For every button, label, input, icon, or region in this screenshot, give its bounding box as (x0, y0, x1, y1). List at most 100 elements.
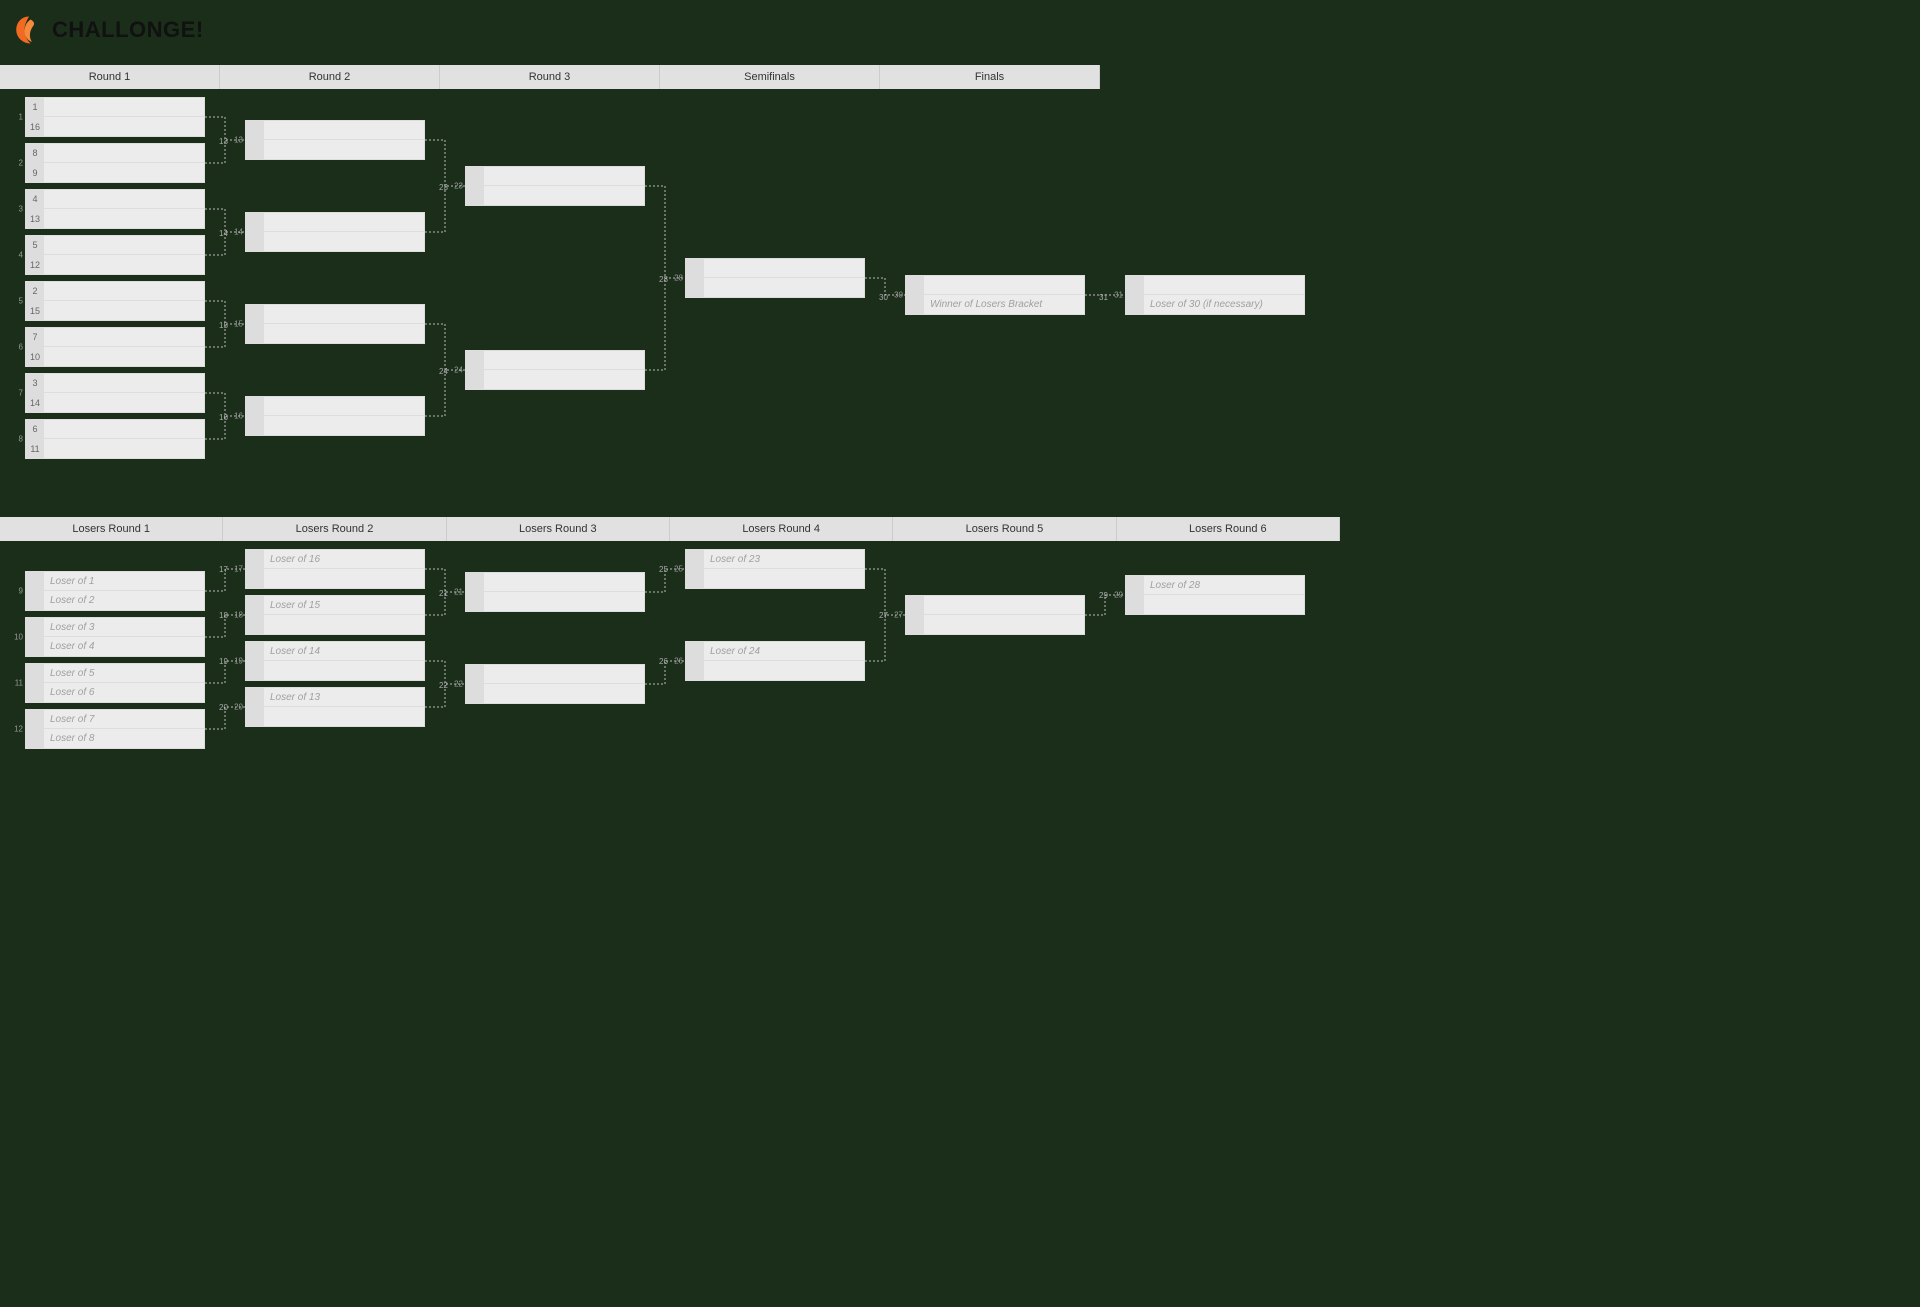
match-slot[interactable]: 8 (25, 143, 205, 163)
match[interactable]: 289 (25, 143, 205, 183)
match[interactable]: 3413 (25, 189, 205, 229)
match-slot[interactable] (465, 166, 645, 186)
match-slot[interactable]: 6 (25, 419, 205, 439)
match-slot[interactable]: Loser of 3 (25, 617, 205, 637)
match[interactable]: 31Loser of 30 (if necessary) (1125, 275, 1305, 315)
match-slot[interactable] (465, 186, 645, 206)
match-slot[interactable] (465, 592, 645, 612)
match-slot[interactable]: Loser of 14 (245, 641, 425, 661)
match-slot[interactable] (465, 684, 645, 704)
match-slot[interactable]: 11 (25, 439, 205, 459)
seed (1126, 576, 1144, 594)
match-slot[interactable] (685, 258, 865, 278)
match-slot[interactable]: Loser of 8 (25, 729, 205, 749)
match-slot[interactable]: Winner of Losers Bracket (905, 295, 1085, 315)
match-slot[interactable] (465, 350, 645, 370)
match-slot[interactable] (245, 707, 425, 727)
match[interactable]: 15 (245, 304, 425, 344)
match-slot[interactable]: 1 (25, 97, 205, 117)
round-header: Losers Round 3 (447, 517, 670, 541)
match-slot[interactable] (245, 120, 425, 140)
match[interactable]: 23 (465, 166, 645, 206)
match[interactable]: 28 (685, 258, 865, 298)
match-slot[interactable] (685, 661, 865, 681)
match-slot[interactable]: Loser of 7 (25, 709, 205, 729)
match[interactable]: 11Loser of 5Loser of 6 (25, 663, 205, 703)
match-slot[interactable]: Loser of 30 (if necessary) (1125, 295, 1305, 315)
match-slot[interactable]: 3 (25, 373, 205, 393)
match[interactable]: 17Loser of 16 (245, 549, 425, 589)
match[interactable]: 4512 (25, 235, 205, 275)
match[interactable]: 29Loser of 28 (1125, 575, 1305, 615)
match-slot[interactable]: 16 (25, 117, 205, 137)
match-slot[interactable]: Loser of 28 (1125, 575, 1305, 595)
match-slot[interactable] (245, 324, 425, 344)
match-slot[interactable]: 9 (25, 163, 205, 183)
match[interactable]: 18Loser of 15 (245, 595, 425, 635)
match[interactable]: 13 (245, 120, 425, 160)
match-slot[interactable] (245, 569, 425, 589)
match-slot[interactable]: 4 (25, 189, 205, 209)
match-slot[interactable]: 14 (25, 393, 205, 413)
match-slot[interactable]: Loser of 4 (25, 637, 205, 657)
match-slot[interactable]: Loser of 6 (25, 683, 205, 703)
match-slot[interactable]: 5 (25, 235, 205, 255)
match-slot[interactable] (245, 212, 425, 232)
match[interactable]: 26Loser of 24 (685, 641, 865, 681)
match-slot[interactable] (685, 569, 865, 589)
match-slot[interactable]: 15 (25, 301, 205, 321)
match-slot[interactable]: 7 (25, 327, 205, 347)
match[interactable]: 24 (465, 350, 645, 390)
match[interactable]: 25Loser of 23 (685, 549, 865, 589)
losers-bracket: Losers Round 1Losers Round 2Losers Round… (0, 517, 1450, 769)
match-slot[interactable] (245, 304, 425, 324)
match-id: 13 (231, 136, 243, 145)
match-slot[interactable] (245, 416, 425, 436)
seed: 1 (26, 98, 44, 116)
match-slot[interactable]: Loser of 16 (245, 549, 425, 569)
match-slot[interactable]: 12 (25, 255, 205, 275)
match-slot[interactable] (465, 370, 645, 390)
match[interactable]: 10Loser of 3Loser of 4 (25, 617, 205, 657)
match-slot[interactable] (465, 572, 645, 592)
match-slot[interactable] (245, 615, 425, 635)
match[interactable]: 19Loser of 14 (245, 641, 425, 681)
match[interactable]: 9Loser of 1Loser of 2 (25, 571, 205, 611)
match[interactable]: 20Loser of 13 (245, 687, 425, 727)
match-slot[interactable] (905, 275, 1085, 295)
match-slot[interactable]: Loser of 1 (25, 571, 205, 591)
match-slot[interactable] (245, 140, 425, 160)
match-slot[interactable] (1125, 275, 1305, 295)
slot-label: Loser of 3 (44, 622, 94, 633)
match-slot[interactable]: Loser of 5 (25, 663, 205, 683)
match[interactable]: 7314 (25, 373, 205, 413)
match-slot[interactable]: Loser of 23 (685, 549, 865, 569)
match[interactable]: 16 (245, 396, 425, 436)
connector-badge: 24 (439, 367, 448, 376)
match[interactable]: 14 (245, 212, 425, 252)
match-slot[interactable] (905, 615, 1085, 635)
match-slot[interactable] (905, 595, 1085, 615)
match-slot[interactable]: Loser of 24 (685, 641, 865, 661)
match[interactable]: 6710 (25, 327, 205, 367)
match-slot[interactable] (245, 232, 425, 252)
match-slot[interactable] (1125, 595, 1305, 615)
match[interactable]: 27 (905, 595, 1085, 635)
match-slot[interactable]: 13 (25, 209, 205, 229)
match[interactable]: 12Loser of 7Loser of 8 (25, 709, 205, 749)
match[interactable]: 30Winner of Losers Bracket (905, 275, 1085, 315)
match[interactable]: 22 (465, 664, 645, 704)
match-slot[interactable] (245, 396, 425, 416)
match-slot[interactable] (685, 278, 865, 298)
match[interactable]: 8611 (25, 419, 205, 459)
match-slot[interactable]: Loser of 13 (245, 687, 425, 707)
match[interactable]: 1116 (25, 97, 205, 137)
match-slot[interactable]: Loser of 2 (25, 591, 205, 611)
match-slot[interactable]: Loser of 15 (245, 595, 425, 615)
match[interactable]: 5215 (25, 281, 205, 321)
match-slot[interactable]: 2 (25, 281, 205, 301)
match-slot[interactable] (465, 664, 645, 684)
match[interactable]: 21 (465, 572, 645, 612)
match-slot[interactable]: 10 (25, 347, 205, 367)
match-slot[interactable] (245, 661, 425, 681)
